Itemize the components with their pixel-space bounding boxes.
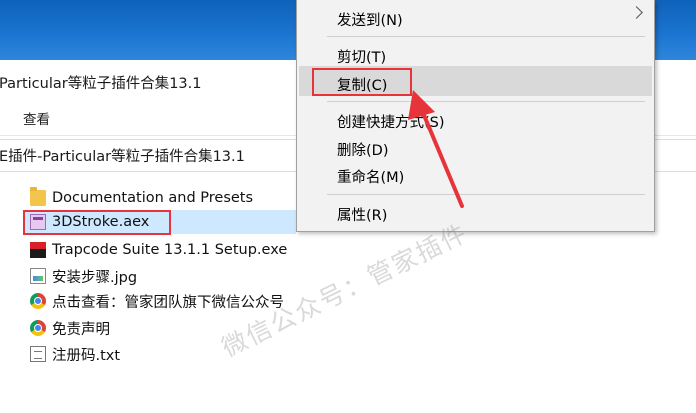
annotation-arrow bbox=[408, 90, 464, 208]
